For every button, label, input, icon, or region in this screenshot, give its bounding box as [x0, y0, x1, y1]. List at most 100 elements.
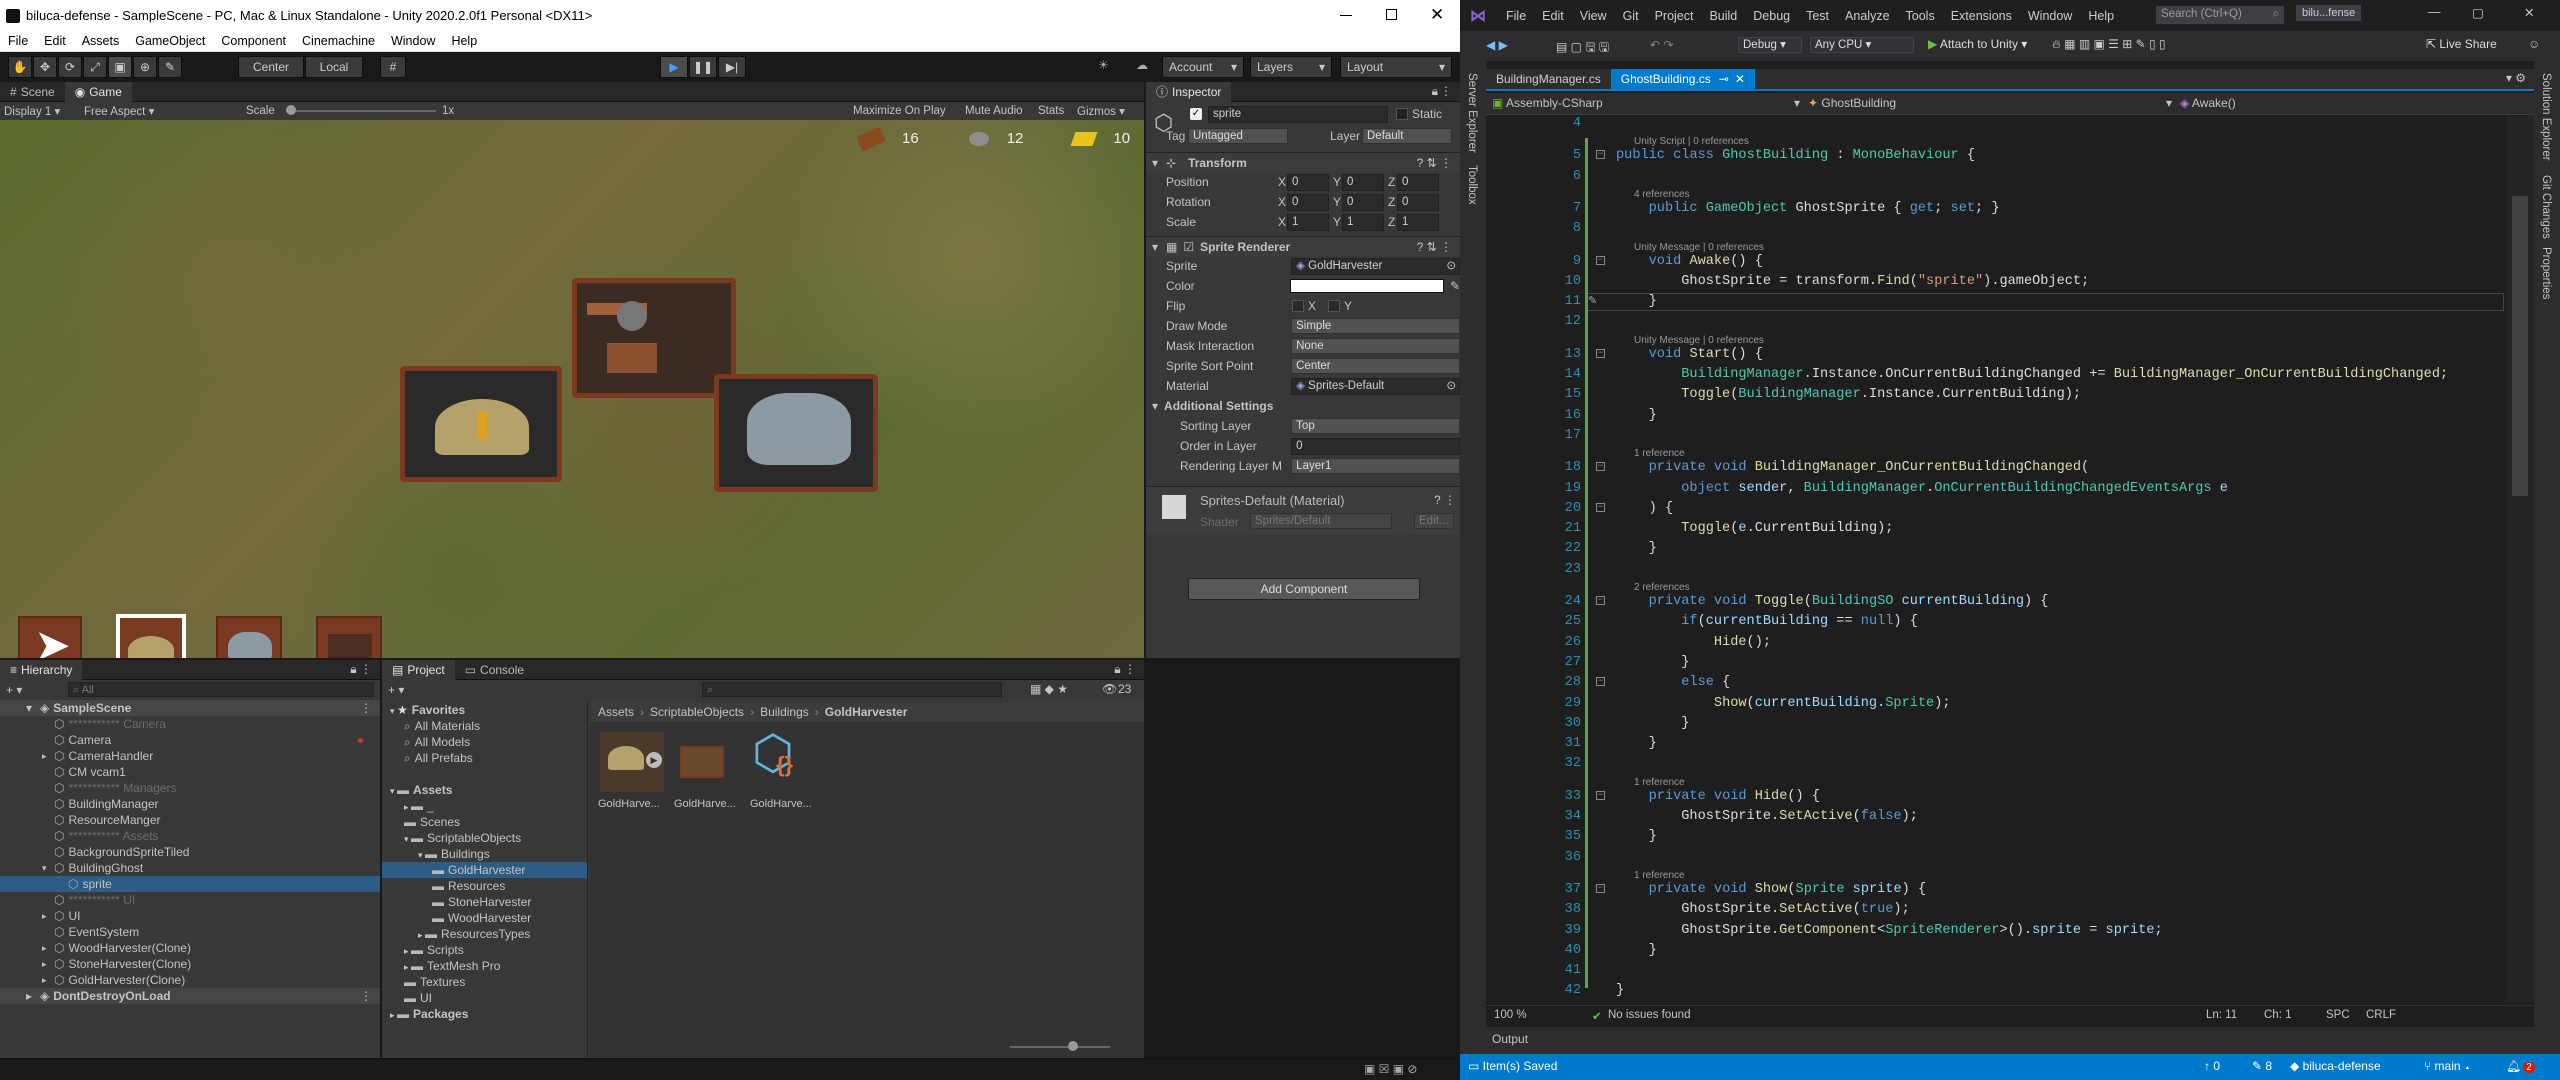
- vs-menu-item-analyze[interactable]: Analyze: [1837, 9, 1897, 23]
- transform-rotation-y[interactable]: 0: [1342, 193, 1384, 211]
- hierarchy-item[interactable]: ▸ ⬡ CameraHandler: [0, 748, 380, 764]
- flip-x-checkbox[interactable]: [1292, 300, 1304, 312]
- order-in-layer-field[interactable]: 0: [1291, 437, 1460, 455]
- foldout-icon[interactable]: ▾: [390, 786, 397, 796]
- project-folder-item[interactable]: ▬ UI: [382, 990, 587, 1006]
- hierarchy-item[interactable]: ▸ ⬡ StoneHarvester(Clone): [0, 956, 380, 972]
- rotate-tool-icon[interactable]: ⟳: [58, 56, 82, 78]
- maximize-on-play-toggle[interactable]: Maximize On Play: [853, 105, 946, 117]
- vs-menu-item-file[interactable]: File: [1498, 9, 1534, 23]
- asset-thumb-2[interactable]: [676, 732, 728, 792]
- eyedropper-icon[interactable]: ✎: [1450, 279, 1460, 293]
- minimize-icon[interactable]: —: [2428, 5, 2441, 19]
- tag-dropdown[interactable]: Untagged: [1188, 128, 1288, 144]
- fold-icon[interactable]: −: [1596, 150, 1605, 160]
- toolbox-tab[interactable]: Toolbox: [1466, 165, 1478, 205]
- fold-icon[interactable]: −: [1596, 255, 1605, 265]
- maximize-icon[interactable]: ▢: [2472, 5, 2484, 20]
- codelens-annotation[interactable]: Unity Message | 0 references: [1634, 242, 1764, 253]
- move-tool-icon[interactable]: ✥: [33, 56, 57, 78]
- fold-icon[interactable]: −: [1596, 883, 1605, 893]
- foldout-icon[interactable]: ▸: [390, 1010, 397, 1020]
- tab-scene[interactable]: # Scene: [0, 82, 65, 102]
- stone-harvester-button[interactable]: [216, 616, 282, 658]
- layers-dropdown[interactable]: Layers ▾: [1250, 56, 1332, 78]
- line-ending[interactable]: CRLF: [2366, 1009, 2396, 1021]
- issues-status[interactable]: No issues found: [1608, 1009, 1690, 1021]
- transform-scale-z[interactable]: 1: [1397, 213, 1439, 231]
- sprite-sort-point-dropdown[interactable]: Center: [1291, 358, 1460, 374]
- layout-dropdown[interactable]: Layout ▾: [1340, 56, 1452, 78]
- vs-menu-item-edit[interactable]: Edit: [1534, 9, 1572, 23]
- menu-item-help[interactable]: Help: [443, 34, 485, 48]
- project-folder-item[interactable]: ▸ ▬ _: [382, 798, 587, 814]
- foldout-icon[interactable]: ▸: [42, 940, 47, 956]
- foldout-icon[interactable]: ▾: [390, 706, 397, 716]
- play-button[interactable]: ▶: [660, 56, 688, 78]
- feedback-icon[interactable]: ☺: [2528, 37, 2540, 51]
- step-button[interactable]: ▶|: [718, 56, 746, 78]
- account-dropdown[interactable]: Account ▾: [1162, 56, 1244, 78]
- foldout-icon[interactable]: ▸: [42, 748, 47, 764]
- active-checkbox[interactable]: ✓: [1190, 108, 1202, 120]
- project-folder-item[interactable]: ▬ GoldHarvester: [382, 862, 587, 878]
- color-field[interactable]: [1290, 279, 1444, 293]
- project-nav-dropdown[interactable]: ▣ Assembly-CSharp: [1492, 96, 1603, 110]
- sprite-object-field[interactable]: ◈ GoldHarvester ⊙: [1291, 257, 1460, 275]
- scale-slider-handle[interactable]: [286, 105, 296, 115]
- vs-menu-item-tools[interactable]: Tools: [1898, 9, 1943, 23]
- hierarchy-item[interactable]: ⬡ EventSystem: [0, 924, 380, 940]
- whitespace-mode[interactable]: SPC: [2326, 1009, 2350, 1021]
- vs-menu-item-git[interactable]: Git: [1615, 9, 1647, 23]
- server-explorer-tab[interactable]: Server Explorer: [1466, 73, 1478, 153]
- project-folder-item[interactable]: ▬ Textures: [382, 974, 587, 990]
- display-dropdown[interactable]: Display 1 ▾: [4, 104, 60, 118]
- close-icon[interactable]: ✕: [1735, 72, 1745, 86]
- project-folder-item[interactable]: ▾ ▬ Assets: [382, 782, 587, 798]
- menu-item-file[interactable]: File: [0, 34, 36, 48]
- codelens-annotation[interactable]: 2 references: [1634, 582, 1690, 593]
- hierarchy-scene[interactable]: ▾ ◈ SampleScene ⋮: [0, 700, 380, 716]
- solution-explorer-tab[interactable]: Solution Explorer: [2540, 73, 2552, 161]
- project-folder-item[interactable]: ▸ ▬ Scripts: [382, 942, 587, 958]
- sprite-renderer-header[interactable]: ▾ ▦ ☑ Sprite Renderer ? ⇅ ⋮: [1146, 236, 1460, 256]
- lock-icon[interactable]: 🔒︎ ⋮: [1114, 662, 1136, 677]
- pin-icon[interactable]: ⊸: [1719, 72, 1729, 86]
- attach-to-unity-button[interactable]: ▶ Attach to Unity ▾: [1928, 37, 2027, 51]
- stone-harvester-building[interactable]: [714, 374, 878, 492]
- select-cursor-button[interactable]: ➤: [18, 616, 82, 658]
- pivot-center-button[interactable]: Center: [238, 56, 304, 78]
- vs-menu-item-help[interactable]: Help: [2080, 9, 2122, 23]
- codelens-annotation[interactable]: 1 reference: [1634, 870, 1685, 881]
- hierarchy-item[interactable]: ⬡ BuildingManager: [0, 796, 380, 812]
- codelens-annotation[interactable]: 1 reference: [1634, 448, 1685, 459]
- transform-position-y[interactable]: 0: [1342, 173, 1384, 191]
- mute-audio-toggle[interactable]: Mute Audio: [965, 105, 1023, 117]
- gold-harvester-button[interactable]: [116, 614, 186, 658]
- grid-snap-icon[interactable]: #: [380, 56, 406, 78]
- foldout-icon[interactable]: ▾: [26, 700, 32, 716]
- static-checkbox[interactable]: [1396, 108, 1408, 120]
- branch-status[interactable]: ⑂ main ▴: [2424, 1059, 2471, 1073]
- vs-menu-item-extensions[interactable]: Extensions: [1943, 9, 2020, 23]
- menu-item-edit[interactable]: Edit: [36, 34, 74, 48]
- transform-tool-icon[interactable]: ⊕: [133, 56, 157, 78]
- tab-project[interactable]: ▤ Project: [382, 659, 455, 680]
- back-icon[interactable]: ◀ ▶: [1486, 38, 1508, 52]
- component-menu-icon[interactable]: ? ⇅ ⋮: [1417, 156, 1452, 170]
- lock-icon[interactable]: 🔒︎: [1432, 84, 1438, 99]
- new-file-icons[interactable]: ▤ ▢ 🖫︎ 🖫︎: [1556, 38, 1609, 59]
- breadcrumb-item[interactable]: ScriptableObjects: [650, 705, 744, 719]
- rendering-layer-dropdown[interactable]: Layer1: [1291, 458, 1460, 474]
- hierarchy-item[interactable]: ⬡ ResourceManger: [0, 812, 380, 828]
- project-folder-item[interactable]: ▾ ★ Favorites: [382, 702, 587, 718]
- fold-icon[interactable]: −: [1596, 677, 1605, 687]
- gold-harvester-building[interactable]: [400, 366, 562, 482]
- hierarchy-item[interactable]: ⬡ *********** Camera: [0, 716, 380, 732]
- hierarchy-item[interactable]: ⬡ *********** UI: [0, 892, 380, 908]
- foldout-icon[interactable]: ▸: [404, 802, 411, 812]
- class-nav-dropdown[interactable]: ✦ GhostBuilding: [1808, 96, 1896, 110]
- git-changes-tab[interactable]: Git Changes: [2540, 175, 2552, 239]
- pause-button[interactable]: ❚❚: [689, 56, 717, 78]
- create-icon[interactable]: + ▾: [388, 683, 404, 697]
